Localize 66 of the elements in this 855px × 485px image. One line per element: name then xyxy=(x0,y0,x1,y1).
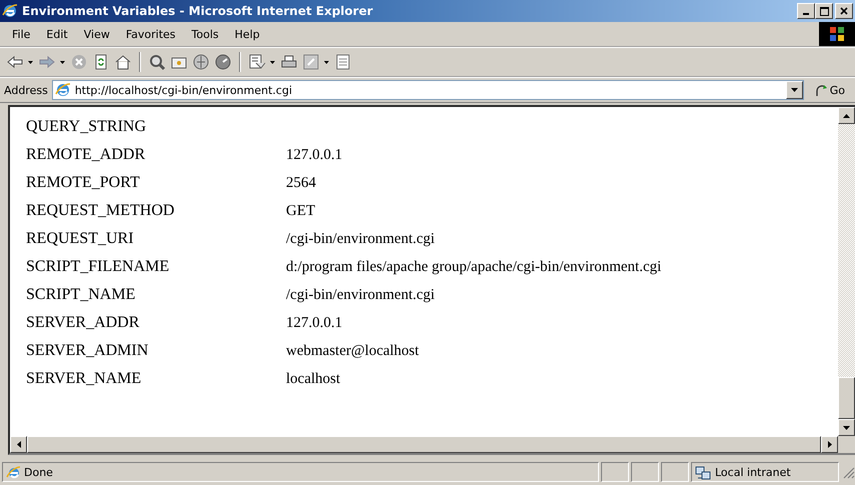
left-arrow-icon xyxy=(16,441,20,448)
minimize-button[interactable] xyxy=(797,3,815,19)
window-title: Environment Variables - Microsoft Internet Explorer xyxy=(22,4,374,18)
variable-name: REMOTE_PORT xyxy=(26,174,141,192)
variable-name: SCRIPT_FILENAME xyxy=(26,258,170,276)
back-icon[interactable] xyxy=(6,53,24,71)
resize-grip-icon xyxy=(841,465,855,479)
address-field[interactable]: http://localhost/cgi-bin/environment.cgi xyxy=(52,80,804,100)
variable-name: QUERY_STRING xyxy=(26,118,148,136)
variable-value: d:/program files/apache group/apache/cgi-bin/environment.cgi xyxy=(286,258,662,276)
vertical-scrollbar[interactable] xyxy=(838,107,855,436)
dropdown-icon[interactable] xyxy=(28,60,34,64)
down-arrow-icon xyxy=(843,426,850,430)
right-arrow-icon xyxy=(828,441,832,448)
variable-value: webmaster@localhost xyxy=(286,342,419,360)
scroll-down-button[interactable] xyxy=(838,419,855,436)
variable-value: 2564 xyxy=(286,174,316,192)
up-arrow-icon xyxy=(843,114,850,118)
network-icon xyxy=(695,464,711,480)
page-icon xyxy=(6,465,20,479)
variable-name: REMOTE_ADDR xyxy=(26,146,146,164)
address-label: Address xyxy=(4,84,48,96)
go-button[interactable]: Go xyxy=(808,83,851,97)
search-icon[interactable] xyxy=(148,53,166,71)
scroll-thumb[interactable] xyxy=(838,377,855,419)
menu-item[interactable]: Tools xyxy=(184,26,227,42)
status-pane xyxy=(661,462,689,482)
browser-icon xyxy=(2,3,18,19)
scroll-up-button[interactable] xyxy=(838,107,855,124)
menu-item[interactable]: Edit xyxy=(38,26,76,42)
home-icon[interactable] xyxy=(114,53,132,71)
variable-value: localhost xyxy=(286,370,340,388)
dropdown-icon xyxy=(790,88,798,92)
close-button[interactable] xyxy=(835,3,853,19)
scroll-right-button[interactable] xyxy=(821,436,838,453)
status-pane xyxy=(601,462,629,482)
variable-name: REQUEST_METHOD xyxy=(26,202,176,220)
scroll-left-button[interactable] xyxy=(10,436,27,453)
variable-value: 127.0.0.1 xyxy=(286,146,342,164)
close-icon xyxy=(840,7,848,15)
variable-name: SERVER_ADMIN xyxy=(26,342,150,360)
dropdown-icon[interactable] xyxy=(270,60,276,64)
variable-value: /cgi-bin/environment.cgi xyxy=(286,230,435,248)
dropdown-icon[interactable] xyxy=(324,60,330,64)
maximize-button[interactable] xyxy=(815,3,833,19)
variable-value: GET xyxy=(286,202,316,220)
go-arrow-icon xyxy=(814,83,828,97)
variable-name: SCRIPT_NAME xyxy=(26,286,136,304)
document-icon[interactable] xyxy=(334,53,352,71)
dropdown-icon[interactable] xyxy=(60,60,66,64)
menu-item[interactable]: Favorites xyxy=(118,26,184,42)
variable-name: SERVER_NAME xyxy=(26,370,142,388)
variable-value: 127.0.0.1 xyxy=(286,314,342,332)
status-pane xyxy=(631,462,659,482)
menu-item[interactable]: Help xyxy=(226,26,268,42)
variable-name: REQUEST_URI xyxy=(26,230,135,248)
menu-item[interactable]: View xyxy=(76,26,118,42)
flag-icon xyxy=(829,26,845,42)
menu-item[interactable]: File xyxy=(4,26,38,42)
zone-text: Local intranet xyxy=(715,466,791,478)
page-icon xyxy=(54,82,71,98)
status-text: Done xyxy=(24,466,53,478)
dropdown-button[interactable] xyxy=(786,81,803,99)
variable-value: /cgi-bin/environment.cgi xyxy=(286,286,435,304)
variable-name: SERVER_ADDR xyxy=(26,314,140,332)
maximize-icon xyxy=(820,6,828,16)
